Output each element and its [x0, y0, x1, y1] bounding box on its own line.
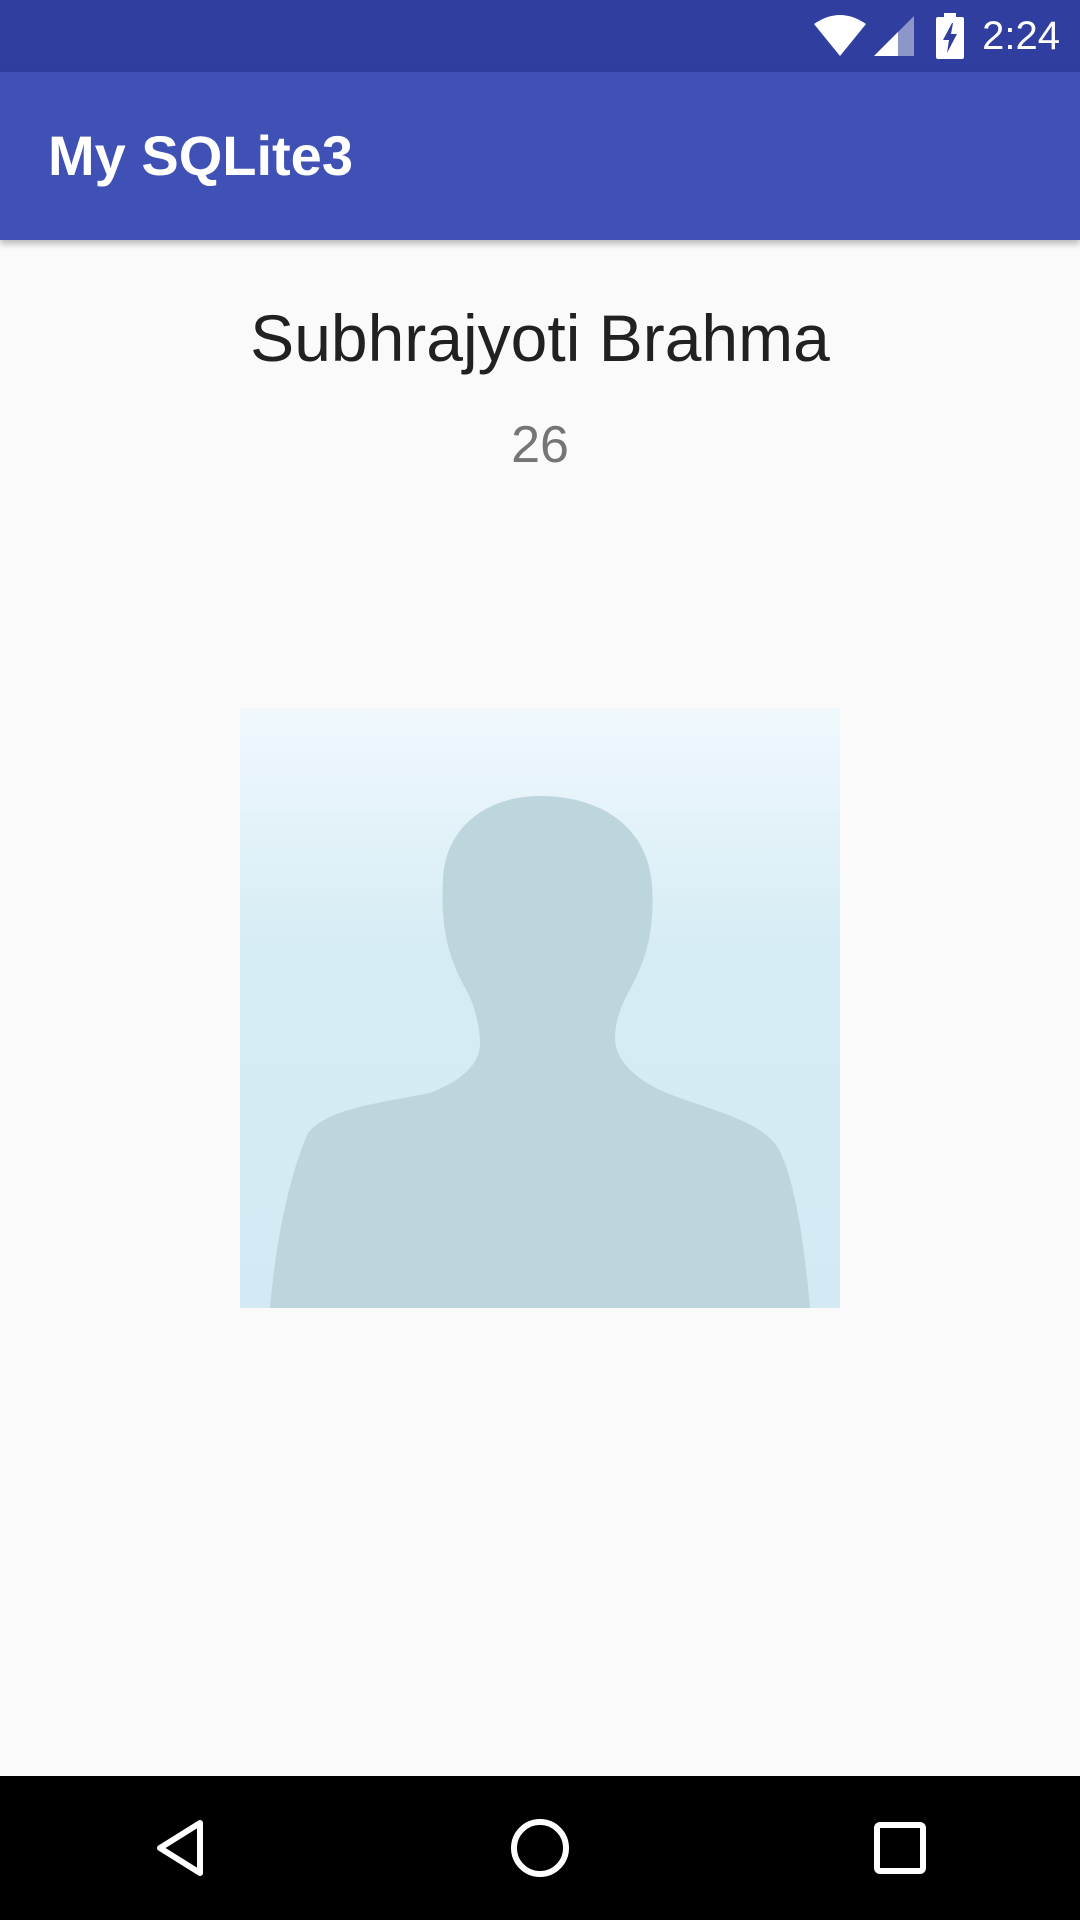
profile-photo	[240, 708, 840, 1308]
cell-signal-icon	[872, 14, 916, 58]
recents-button[interactable]	[840, 1788, 960, 1908]
app-screen: 2:24 My SQLite3 Subhrajyoti Brahma 26	[0, 0, 1080, 1920]
profile-content: Subhrajyoti Brahma 26	[0, 240, 1080, 1776]
home-icon	[511, 1819, 569, 1877]
person-age: 26	[511, 416, 569, 474]
app-bar: My SQLite3	[0, 72, 1080, 240]
back-icon	[157, 1820, 203, 1876]
battery-charging-icon	[936, 13, 965, 59]
person-silhouette-icon	[270, 796, 810, 1308]
app-title: My SQLite3	[48, 124, 353, 187]
status-bar: 2:24	[0, 0, 1080, 72]
home-button[interactable]	[480, 1788, 600, 1908]
status-icons: 2:24	[812, 0, 1060, 72]
back-button[interactable]	[120, 1788, 240, 1908]
person-name: Subhrajyoti Brahma	[250, 301, 830, 375]
status-time: 2:24	[982, 14, 1060, 58]
navigation-bar	[0, 1776, 1080, 1920]
recents-icon	[874, 1822, 926, 1874]
wifi-icon	[812, 14, 868, 58]
